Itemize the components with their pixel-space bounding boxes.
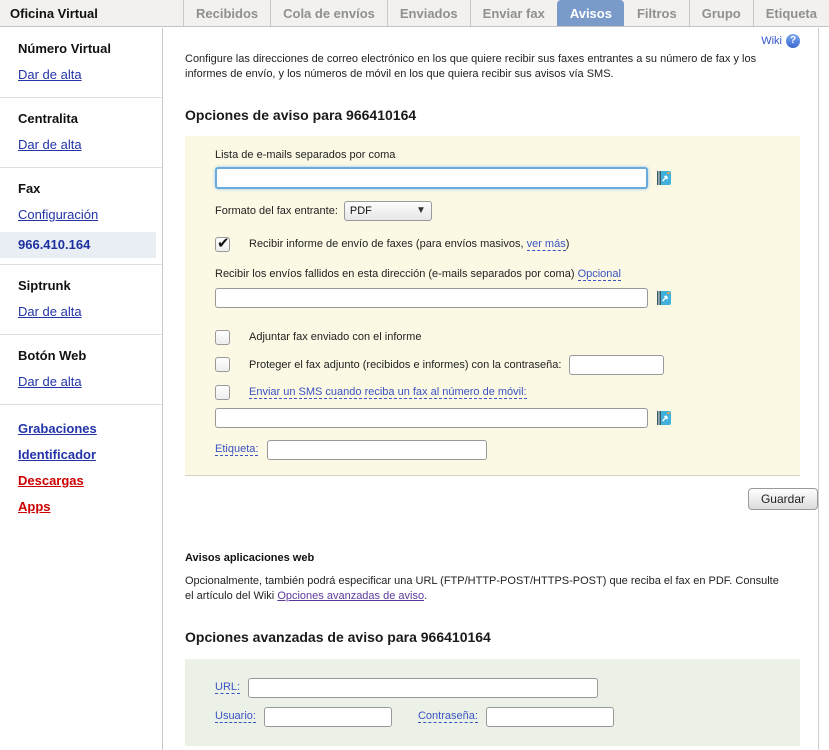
report-checkbox-row: Recibir informe de envío de faxes (para … [215,237,782,252]
sms-input-row [215,408,782,428]
address-book-icon[interactable] [656,290,672,306]
sidebar-section-boton-web: Botón Web Dar de alta [0,335,162,405]
chevron-down-icon: ▼ [416,205,426,216]
sidebar-item-fax-number-selected[interactable]: 966.410.164 [0,232,156,258]
emails-label: Lista de e-mails separados por coma [215,149,782,161]
protect-checkbox[interactable] [215,357,230,372]
format-select[interactable]: PDF ▼ [344,201,432,221]
sidebar: Número Virtual Dar de alta Centralita Da… [0,28,163,750]
app-title: Oficina Virtual [0,0,98,26]
failed-label: Recibir los envíos fallidos en esta dire… [215,268,782,280]
sidebar-item-configuracion[interactable]: Configuración [18,207,156,222]
failed-input-row [215,288,782,308]
notice-options-panel: Lista de e-mails separados por coma Form… [185,136,800,476]
address-book-icon[interactable] [656,410,672,426]
format-row: Formato del fax entrante: PDF ▼ [215,201,782,221]
url-input[interactable] [248,678,598,698]
sidebar-item-descargas[interactable]: Descargas [18,473,156,488]
sms-label-link[interactable]: Enviar un SMS cuando reciba un fax al nú… [249,386,527,399]
advanced-options-wiki-link[interactable]: Opciones avanzadas de aviso [277,590,424,602]
sms-checkbox[interactable] [215,385,230,400]
section-title: Fax [18,181,156,196]
attach-checkbox-row: Adjuntar fax enviado con el informe [215,330,782,345]
tab-enviar-fax[interactable]: Enviar fax [470,0,557,26]
etiqueta-label-link[interactable]: Etiqueta: [215,443,258,456]
section-title: Número Virtual [18,41,156,56]
advanced-options-panel: URL: Usuario: Contraseña: [185,659,800,746]
tab-grupo[interactable]: Grupo [689,0,753,26]
tag-row: Etiqueta: [215,440,782,460]
section-title: Botón Web [18,348,156,363]
report-label: Recibir informe de envío de faxes (para … [249,238,569,250]
report-checkbox[interactable] [215,237,230,252]
sidebar-section-siptrunk: Siptrunk Dar de alta [0,265,162,335]
sidebar-item-dar-de-alta-siptrunk[interactable]: Dar de alta [18,304,156,319]
web-notices-heading: Avisos aplicaciones web [185,552,800,564]
format-label: Formato del fax entrante: [215,205,338,217]
main-content: Wiki? Configure las direcciones de corre… [163,28,819,750]
sidebar-section-numero-virtual: Número Virtual Dar de alta [0,28,162,98]
address-book-icon[interactable] [656,170,672,186]
sidebar-item-dar-de-alta-numero[interactable]: Dar de alta [18,67,156,82]
sidebar-item-grabaciones[interactable]: Grabaciones [18,421,156,436]
protect-password-input[interactable] [569,355,664,375]
sidebar-footer: Grabaciones Identificador Descargas Apps [0,405,162,535]
ver-mas-link[interactable]: ver más [527,238,566,251]
notice-options-heading: Opciones de aviso para 966410164 [185,107,800,123]
tab-etiqueta[interactable]: Etiqueta [753,0,829,26]
failed-input[interactable] [215,288,648,308]
usuario-label-link[interactable]: Usuario: [215,710,256,723]
help-icon[interactable]: ? [786,34,800,48]
attach-checkbox[interactable] [215,330,230,345]
sidebar-section-centralita: Centralita Dar de alta [0,98,162,168]
contrasena-label-link[interactable]: Contraseña: [418,710,478,723]
sidebar-item-dar-de-alta-boton-web[interactable]: Dar de alta [18,374,156,389]
sidebar-item-identificador[interactable]: Identificador [18,447,156,462]
tab-enviados[interactable]: Enviados [387,0,470,26]
etiqueta-input[interactable] [267,440,487,460]
save-button[interactable]: Guardar [748,488,818,510]
protect-label: Proteger el fax adjunto (recibidos e inf… [249,359,561,371]
sidebar-item-dar-de-alta-centralita[interactable]: Dar de alta [18,137,156,152]
sidebar-section-fax: Fax Configuración 966.410.164 [0,168,162,265]
sms-input[interactable] [215,408,648,428]
sidebar-item-apps[interactable]: Apps [18,499,156,514]
top-bar: Oficina Virtual Recibidos Cola de envíos… [0,0,829,27]
sms-checkbox-row: Enviar un SMS cuando reciba un fax al nú… [215,385,782,400]
advanced-options-heading: Opciones avanzadas de aviso para 9664101… [185,629,800,645]
emails-input-row [215,167,782,189]
web-notices-text: Opcionalmente, también podrá especificar… [185,574,780,605]
contrasena-input[interactable] [486,707,614,727]
intro-text: Configure las direcciones de correo elec… [185,52,785,83]
tab-strip: Recibidos Cola de envíos Enviados Enviar… [183,0,829,26]
tab-avisos[interactable]: Avisos [557,0,624,26]
section-title: Centralita [18,111,156,126]
credentials-row: Usuario: Contraseña: [215,707,782,727]
usuario-input[interactable] [264,707,392,727]
attach-label: Adjuntar fax enviado con el informe [249,331,421,343]
wiki-row: Wiki? [185,34,800,50]
opcional-link[interactable]: Opcional [578,268,621,281]
url-row: URL: [215,678,782,698]
format-select-value: PDF [350,205,372,217]
protect-checkbox-row: Proteger el fax adjunto (recibidos e inf… [215,355,782,375]
tab-cola-de-envios[interactable]: Cola de envíos [270,0,387,26]
section-title: Siptrunk [18,278,156,293]
wiki-link[interactable]: Wiki [761,35,782,47]
tab-recibidos[interactable]: Recibidos [183,0,270,26]
tab-filtros[interactable]: Filtros [624,0,689,26]
save-row-1: Guardar [185,488,818,510]
emails-input[interactable] [215,167,648,189]
url-label-link[interactable]: URL: [215,681,240,694]
